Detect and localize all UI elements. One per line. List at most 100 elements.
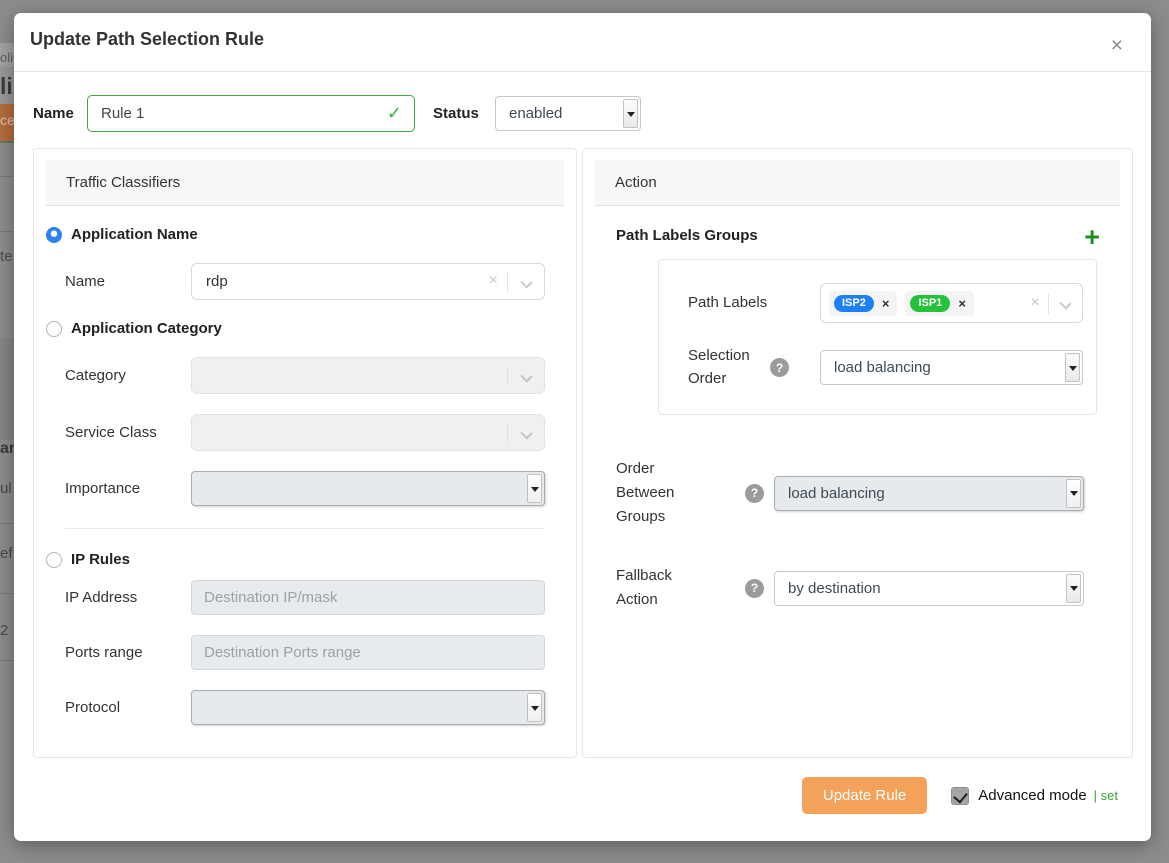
update-rule-button[interactable]: Update Rule: [802, 777, 927, 814]
dialog-title: Update Path Selection Rule: [30, 29, 1127, 50]
radio-selected-icon[interactable]: [46, 227, 62, 243]
path-label-tag: ISP2 ×: [829, 291, 897, 316]
ports-range-input-disabled: [191, 635, 545, 670]
radio-ip-rules-label[interactable]: IP Rules: [71, 551, 130, 568]
ports-range-row: Ports range: [65, 635, 564, 670]
bg-divider: [0, 660, 14, 661]
dialog-body: Name Rule 1 ✓ Status enabled Traffic Cla…: [14, 72, 1151, 758]
select-arrow-icon: [623, 99, 638, 128]
action-header: Action: [595, 160, 1120, 206]
ip-address-label: IP Address: [65, 589, 191, 606]
order-between-groups-label: Order Between Groups: [616, 457, 688, 529]
bg-divider: [0, 141, 14, 143]
protocol-label: Protocol: [65, 699, 191, 716]
name-status-row: Name Rule 1 ✓ Status enabled: [33, 95, 1133, 132]
select-arrow-icon: [527, 474, 542, 503]
bg-divider: [0, 176, 14, 177]
fallback-action-select[interactable]: by destination: [774, 571, 1084, 606]
valid-check-icon: ✓: [387, 103, 402, 124]
fallback-action-value: by destination: [788, 580, 881, 597]
service-class-row: Service Class: [65, 414, 564, 451]
chevron-down-icon: [520, 427, 532, 439]
section-divider: [65, 528, 545, 529]
bg-text-fragment: ef: [0, 545, 13, 562]
select-arrow-icon: [1065, 353, 1080, 382]
selection-order-row: Selection Order ? load balancing: [688, 345, 1082, 390]
bg-text-fragment: ce: [0, 112, 15, 128]
service-class-label: Service Class: [65, 424, 191, 441]
radio-application-category-label[interactable]: Application Category: [71, 320, 222, 337]
chevron-down-icon: [520, 370, 532, 382]
divider: [507, 424, 508, 443]
bg-divider: [0, 231, 14, 232]
bg-text-fragment: li: [0, 73, 13, 100]
chevron-down-icon[interactable]: [1059, 297, 1071, 309]
fallback-action-row: Fallback Action ? by destination: [616, 564, 1120, 612]
bg-divider: [0, 593, 14, 594]
clear-icon[interactable]: ×: [489, 272, 498, 290]
order-between-groups-value: load balancing: [788, 485, 885, 502]
selection-order-value: load balancing: [834, 359, 931, 376]
remove-tag-icon[interactable]: ×: [882, 297, 890, 310]
rule-name-input[interactable]: Rule 1 ✓: [87, 95, 415, 132]
panels: Traffic Classifiers Application Name Nam…: [33, 148, 1133, 758]
divider: [507, 273, 508, 292]
path-labels-groups-row: Path Labels Groups +: [616, 227, 1118, 247]
status-select-value: enabled: [509, 105, 562, 122]
path-labels-multiselect[interactable]: ISP2 × ISP1 × ×: [820, 283, 1083, 323]
path-labels-groups-label: Path Labels Groups: [616, 227, 758, 244]
help-icon[interactable]: ?: [770, 358, 789, 377]
dialog-header: Update Path Selection Rule ×: [14, 13, 1151, 72]
importance-label: Importance: [65, 480, 191, 497]
set-link[interactable]: | set: [1094, 788, 1118, 803]
radio-application-name[interactable]: Application Name: [46, 226, 564, 243]
application-name-combobox[interactable]: rdp ×: [191, 263, 545, 300]
bg-divider: [0, 523, 14, 524]
advanced-mode-label[interactable]: Advanced mode: [978, 787, 1086, 804]
order-between-groups-row: Order Between Groups ? load balancing: [616, 457, 1120, 529]
traffic-classifiers-header: Traffic Classifiers: [46, 160, 564, 206]
add-group-icon[interactable]: +: [1084, 227, 1100, 247]
status-select[interactable]: enabled: [495, 96, 641, 131]
app-name-row: Name rdp ×: [65, 263, 564, 300]
clear-icon[interactable]: ×: [1031, 294, 1040, 312]
path-label-tag: ISP1 ×: [905, 291, 973, 316]
select-arrow-icon: [527, 693, 542, 722]
radio-unselected-icon[interactable]: [46, 321, 62, 337]
selection-order-select[interactable]: load balancing: [820, 350, 1083, 385]
radio-application-name-label[interactable]: Application Name: [71, 226, 198, 243]
status-label: Status: [433, 105, 479, 122]
isp2-tag: ISP2: [834, 295, 874, 312]
ip-address-row: IP Address: [65, 580, 564, 615]
close-icon[interactable]: ×: [1111, 35, 1123, 56]
bg-text-fragment: 2: [0, 622, 8, 639]
radio-ip-rules[interactable]: IP Rules: [46, 551, 564, 568]
help-icon[interactable]: ?: [745, 579, 764, 598]
radio-unselected-icon[interactable]: [46, 552, 62, 568]
category-combobox-disabled: [191, 357, 545, 394]
divider: [1048, 294, 1049, 314]
bg-text-fragment: ar: [0, 440, 15, 458]
bg-band: [0, 338, 14, 440]
importance-select-disabled: [191, 471, 545, 506]
application-name-value: rdp: [206, 273, 228, 290]
bg-text-fragment: ul: [0, 480, 12, 497]
importance-row: Importance: [65, 471, 564, 506]
path-labels-group-card: Path Labels ISP2 × ISP1 ×: [658, 259, 1097, 415]
divider: [507, 367, 508, 386]
dialog-footer: Update Rule Advanced mode | set: [14, 758, 1151, 841]
update-path-selection-rule-dialog: Update Path Selection Rule × Name Rule 1…: [14, 13, 1151, 841]
name-label: Name: [33, 105, 87, 122]
radio-application-category[interactable]: Application Category: [46, 320, 564, 337]
advanced-mode-checkbox[interactable]: [951, 787, 969, 805]
help-icon[interactable]: ?: [745, 484, 764, 503]
path-labels-label: Path Labels: [688, 292, 770, 315]
ip-address-input-disabled: [191, 580, 545, 615]
screen: olic li ce te ar ul ef 2 Update Path Sel…: [0, 0, 1169, 863]
order-between-groups-select-disabled: load balancing: [774, 476, 1084, 511]
category-row: Category: [65, 357, 564, 394]
path-labels-row: Path Labels ISP2 × ISP1 ×: [688, 283, 1082, 323]
chevron-down-icon[interactable]: [520, 276, 532, 288]
category-label: Category: [65, 367, 191, 384]
remove-tag-icon[interactable]: ×: [958, 297, 966, 310]
